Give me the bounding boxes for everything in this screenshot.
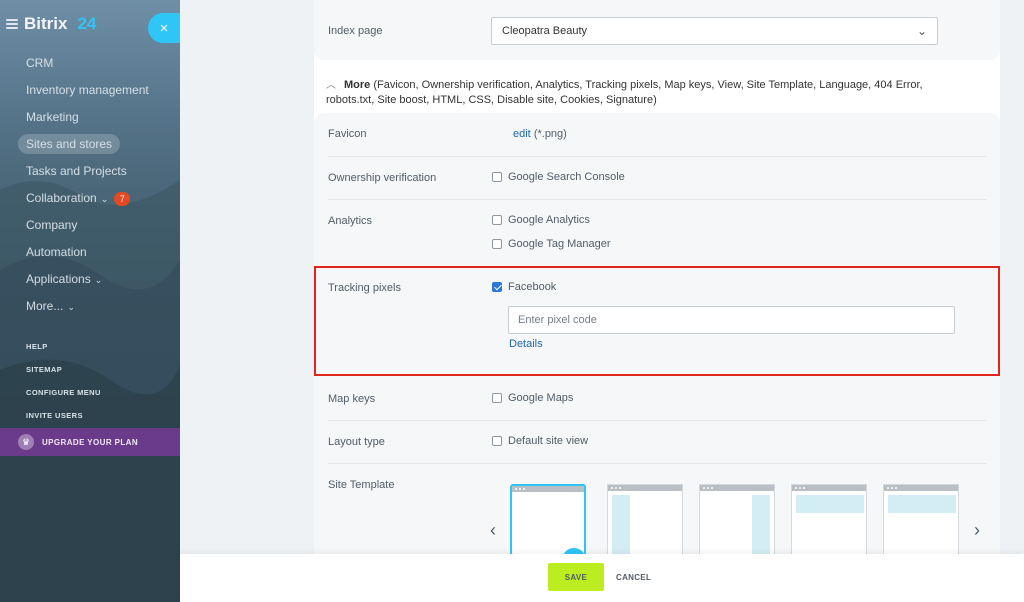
favicon-note: (*.png) [533,128,567,140]
template-option-3[interactable] [699,484,775,556]
template-sidebar-block [612,495,630,555]
chevron-up-icon: ︿ [326,80,336,91]
crown-icon: ♛ [18,434,34,450]
template-option-4[interactable] [791,484,867,556]
notification-badge: 7 [114,191,131,206]
checkbox[interactable] [492,436,502,446]
index-page-label: Index page [328,25,383,37]
sidebar-item-sites[interactable]: Sites and stores [0,131,180,158]
sidebar-small-menu: HELP SITEMAP CONFIGURE MENU INVITE USERS [26,340,101,432]
sidebar-item-label: Automation [26,245,87,259]
sidebar-item-label: More... [26,299,64,313]
sidebar-item-crm[interactable]: CRM [0,50,180,77]
sidebar-item-inventory[interactable]: Inventory management [0,77,180,104]
google-analytics-checkbox[interactable]: Google Analytics [492,214,590,226]
sidebar-link-help[interactable]: HELP [26,340,101,363]
menu-icon[interactable] [6,19,18,29]
chevron-down-icon: ⌄ [67,302,75,312]
divider [328,156,986,157]
sidebar-item-tasks[interactable]: Tasks and Projects [0,158,180,185]
logo-brand: Bitrix [24,14,68,33]
chevron-down-icon: ⌄ [100,194,109,204]
template-header-block [796,495,864,513]
divider [328,463,986,464]
sidebar-item-label: Company [26,218,78,232]
divider [328,199,986,200]
more-section-toggle[interactable]: ︿ More (Favicon, Ownership verification, … [326,78,966,108]
logo[interactable]: Bitrix 24 [6,14,96,34]
logo-suffix: 24 [77,14,97,33]
chevron-down-icon: ⌄ [94,275,103,285]
checkbox-label: Google Maps [508,392,574,404]
index-page-select[interactable]: Cleopatra Beauty ⌄ [491,17,938,45]
google-maps-checkbox[interactable]: Google Maps [492,392,573,404]
checkbox-label: Default site view [508,435,589,447]
checkbox[interactable] [492,215,502,225]
divider [328,420,986,421]
sidebar-link-sitemap[interactable]: SITEMAP [26,363,101,386]
sidebar-item-label: Sites and stores [18,134,121,154]
sidebar-item-label: CRM [26,56,54,70]
checkbox[interactable] [492,393,502,403]
checkbox[interactable] [492,172,502,182]
sidebar-item-applications[interactable]: Applications ⌄ [0,266,180,293]
sidebar: Bitrix 24 × CRM Inventory management Mar… [0,0,180,602]
more-title: More [344,79,371,91]
sidebar-item-label: Tasks and Projects [26,164,127,178]
sidebar-item-company[interactable]: Company [0,212,180,239]
favicon-label: Favicon [328,128,367,140]
checkbox[interactable] [492,239,502,249]
close-icon: × [159,19,169,37]
sidebar-item-label: Collaboration [26,191,97,205]
template-window-bar [608,485,682,491]
sidebar-item-more[interactable]: More... ⌄ [0,293,180,320]
save-button[interactable]: SAVE [548,563,604,591]
sidebar-link-configure-menu[interactable]: CONFIGURE MENU [26,386,101,409]
upgrade-plan-label: UPGRADE YOUR PLAN [42,437,138,447]
ownership-label: Ownership verification [328,172,437,184]
google-search-console-checkbox[interactable]: Google Search Console [492,171,625,183]
template-sidebar-block [752,495,770,555]
template-option-1[interactable] [510,484,586,556]
template-window-bar [700,485,774,491]
sidebar-item-label: Inventory management [26,83,149,97]
highlight-frame [314,266,1000,376]
checkbox-label: Google Tag Manager [508,238,611,250]
default-site-view-checkbox[interactable]: Default site view [492,435,588,447]
favicon-edit-link[interactable]: edit (*.png) [513,128,567,140]
sidebar-item-marketing[interactable]: Marketing [0,104,180,131]
index-page-value: Cleopatra Beauty [502,25,587,37]
close-sidebar-button[interactable]: × [148,13,180,43]
template-window-bar [884,485,958,491]
template-option-5[interactable] [883,484,959,556]
sidebar-item-automation[interactable]: Automation [0,239,180,266]
sidebar-item-label: Applications [26,272,91,286]
template-option-2[interactable] [607,484,683,556]
google-tag-manager-checkbox[interactable]: Google Tag Manager [492,238,611,250]
sidebar-item-label: Marketing [26,110,79,124]
upgrade-plan-button[interactable]: ♛ UPGRADE YOUR PLAN [0,428,180,456]
favicon-edit-text: edit [513,128,531,140]
template-window-bar [792,485,866,491]
chevron-right-icon[interactable]: › [974,520,980,541]
cancel-button[interactable]: CANCEL [612,563,655,591]
analytics-label: Analytics [328,215,373,227]
chevron-down-icon: ⌄ [916,24,927,38]
chevron-left-icon[interactable]: ‹ [490,520,496,541]
map-keys-label: Map keys [328,393,376,405]
sidebar-menu: CRM Inventory management Marketing Sites… [0,50,180,320]
layout-type-label: Layout type [328,436,385,448]
site-template-label: Site Template [328,479,395,491]
more-details: (Favicon, Ownership verification, Analyt… [326,79,923,106]
checkbox-label: Google Analytics [508,214,590,226]
sidebar-item-collaboration[interactable]: Collaboration ⌄ 7 [0,185,180,212]
checkbox-label: Google Search Console [508,171,625,183]
template-window-bar [512,486,584,492]
template-header-block [888,495,956,513]
